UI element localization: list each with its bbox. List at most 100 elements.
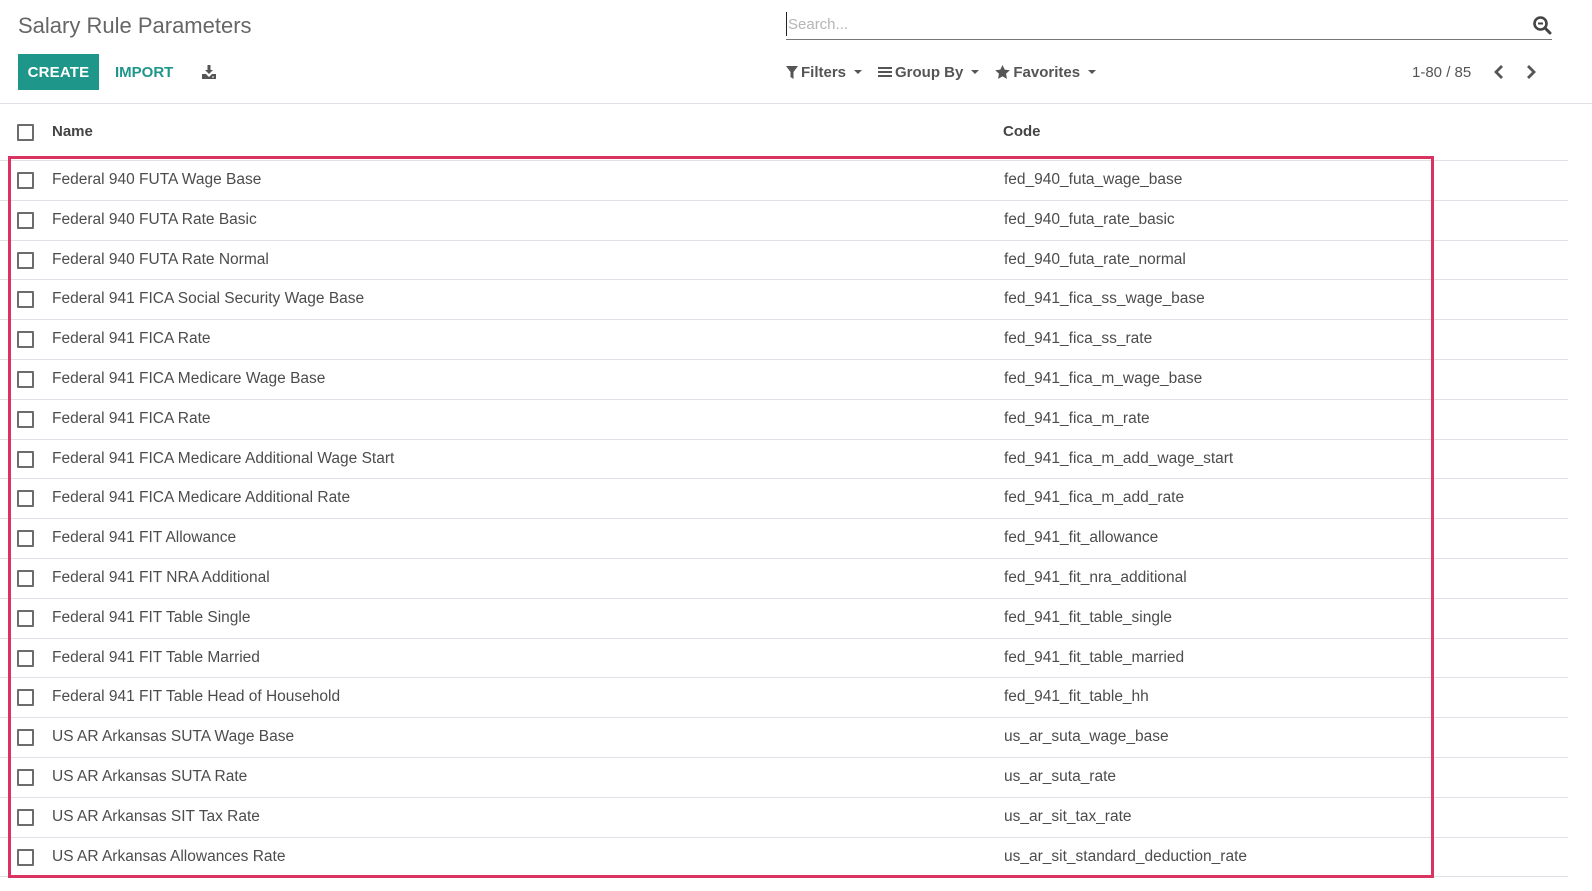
cell-name: Federal 940 FUTA Wage Base [52,171,262,188]
cell-code: fed_941_fica_ss_wage_base [1004,290,1205,308]
table-row[interactable]: Federal 941 FIT Table Head of Household f… [0,678,1568,719]
row-checkbox[interactable] [17,569,34,587]
cell-name: Federal 941 FIT Table Head of Household [52,688,341,706]
cell-name: Federal 941 FICA Medicare Additional Wag… [52,449,395,467]
cell-name: Federal 941 FICA Social Security Wage Ba… [52,290,365,308]
filters-label: Filters [801,63,847,81]
select-all-checkbox[interactable] [17,124,34,141]
row-checkbox[interactable] [17,211,34,229]
create-button[interactable]: CREATE [18,54,99,90]
pager-previous-button[interactable] [1483,60,1515,84]
cell-code: fed_940_futa_rate_normal [1004,250,1186,268]
cell-name: US AR Arkansas SUTA Rate [52,767,248,785]
row-checkbox[interactable] [17,450,34,468]
cell-code: fed_941_fit_nra_additional [1004,568,1187,586]
page-title: Salary Rule Parameters [18,13,252,38]
table-row[interactable]: US AR Arkansas SIT Tax Rate us_ar_sit_tax… [0,798,1568,838]
cell-name: Federal 941 FICA Rate [52,409,211,427]
cell-name: Federal 941 FIT Table Single [52,608,251,626]
caret-down-icon [1088,70,1097,74]
cell-name: Federal 941 FIT Allowance [52,529,237,547]
download-icon [202,65,216,79]
row-checkbox[interactable] [17,490,34,508]
cell-code: fed_941_fit_allowance [1004,529,1159,547]
table-row[interactable]: Federal 941 FICA Rate fed_941_fica_m_rate [0,400,1568,440]
pager-next-button[interactable] [1515,60,1547,84]
chevron-left-icon [1494,65,1504,79]
cell-code: fed_940_futa_rate_basic [1004,210,1175,228]
cell-code: us_ar_sit_standard_deduction_rate [1004,847,1248,865]
row-checkbox[interactable] [17,768,34,786]
cell-name: Federal 941 FICA Rate [52,330,211,348]
cell-code: fed_941_fit_table_hh [1004,688,1149,706]
cell-code: us_ar_suta_wage_base [1004,728,1169,746]
row-checkbox[interactable] [17,370,34,388]
list-view: Name Code Federal 940 FUTA Wage Base fed_… [0,105,1568,878]
caret-down-icon [971,70,980,74]
filter-icon [786,65,798,79]
filters-dropdown[interactable]: Filters [786,63,863,81]
search-input[interactable] [786,12,1516,36]
table-row[interactable]: Federal 941 FIT Table Married fed_941_fit… [0,639,1568,679]
row-checkbox[interactable] [17,331,34,349]
chevron-right-icon [1527,65,1537,79]
cell-name: US AR Arkansas Allowances Rate [52,847,286,865]
table-row[interactable]: Federal 941 FIT Allowance fed_941_fit_all… [0,519,1568,559]
column-header-name[interactable]: Name [52,123,93,140]
row-checkbox[interactable] [17,808,34,826]
row-checkbox[interactable] [17,291,34,309]
table-row[interactable]: Federal 940 FUTA Rate Normal fed_940_futa… [0,241,1568,281]
cell-code: fed_941_fica_m_wage_base [1004,369,1203,387]
cell-code: fed_940_futa_wage_base [1004,171,1183,188]
row-checkbox[interactable] [17,848,34,866]
cell-name: Federal 941 FICA Medicare Additional Rat… [52,489,351,507]
group-by-label: Group By [895,63,964,81]
cell-code: fed_941_fica_m_add_wage_start [1004,449,1234,467]
cell-name: US AR Arkansas SIT Tax Rate [52,807,260,825]
cell-name: US AR Arkansas SUTA Wage Base [52,728,295,746]
cell-code: fed_941_fit_table_single [1004,608,1173,626]
table-row[interactable]: Federal 941 FICA Medicare Additional Wag… [0,440,1568,480]
row-checkbox[interactable] [17,530,34,548]
table-row[interactable]: Federal 941 FIT NRA Additional fed_941_fi… [0,559,1568,599]
table-row[interactable]: Federal 940 FUTA Rate Basic fed_940_futa_… [0,201,1568,241]
control-panel: Salary Rule Parameters CREATE IMPORT Fil… [0,0,1592,104]
cell-name: Federal 941 FICA Medicare Wage Base [52,369,326,387]
row-checkbox[interactable] [17,251,34,269]
pager-value[interactable]: 1-80 / 85 [1412,64,1471,81]
favorites-label: Favorites [1013,63,1081,81]
row-checkbox[interactable] [17,172,34,189]
row-checkbox[interactable] [17,609,34,627]
row-checkbox[interactable] [17,729,34,747]
cell-name: Federal 941 FIT NRA Additional [52,568,270,586]
group-by-dropdown[interactable]: Group By [878,63,980,81]
cell-name: Federal 940 FUTA Rate Normal [52,250,269,268]
caret-down-icon [854,70,863,74]
table-row[interactable]: US AR Arkansas SUTA Wage Base us_ar_suta_… [0,718,1568,758]
table-row[interactable]: Federal 940 FUTA Wage Base fed_940_futa_w… [0,161,1568,201]
table-row[interactable]: Federal 941 FIT Table Single fed_941_fit_… [0,599,1568,639]
table-row[interactable]: US AR Arkansas SUTA Rate us_ar_suta_rate [0,758,1568,798]
download-button[interactable] [196,58,222,86]
table-row[interactable]: Federal 941 FICA Medicare Additional Rat… [0,479,1568,520]
row-checkbox[interactable] [17,689,34,707]
pager: 1-80 / 85 [1412,60,1547,84]
row-checkbox[interactable] [17,410,34,428]
table-row[interactable]: Federal 941 FICA Rate fed_941_fica_ss_rat… [0,320,1568,360]
import-button[interactable]: IMPORT [105,54,183,90]
cell-code: fed_941_fica_m_rate [1004,409,1150,427]
table-body: Federal 940 FUTA Wage Base fed_940_futa_w… [0,161,1568,878]
column-header-code[interactable]: Code [1003,123,1041,140]
cell-code: fed_941_fica_ss_rate [1004,330,1153,348]
favorites-dropdown[interactable]: Favorites [995,63,1097,81]
search-icon[interactable] [1532,15,1552,35]
table-row[interactable]: Federal 941 FICA Medicare Wage Base fed_9… [0,360,1568,400]
list-icon [878,67,893,77]
cell-code: fed_941_fit_table_married [1004,648,1185,666]
cell-name: Federal 940 FUTA Rate Basic [52,210,257,228]
table-row[interactable]: US AR Arkansas Allowances Rate us_ar_sit_… [0,838,1568,878]
row-checkbox[interactable] [17,649,34,667]
table-row[interactable]: Federal 941 FICA Social Security Wage Ba… [0,280,1568,321]
cell-code: us_ar_sit_tax_rate [1004,807,1132,825]
cell-code: fed_941_fica_m_add_rate [1004,489,1185,507]
